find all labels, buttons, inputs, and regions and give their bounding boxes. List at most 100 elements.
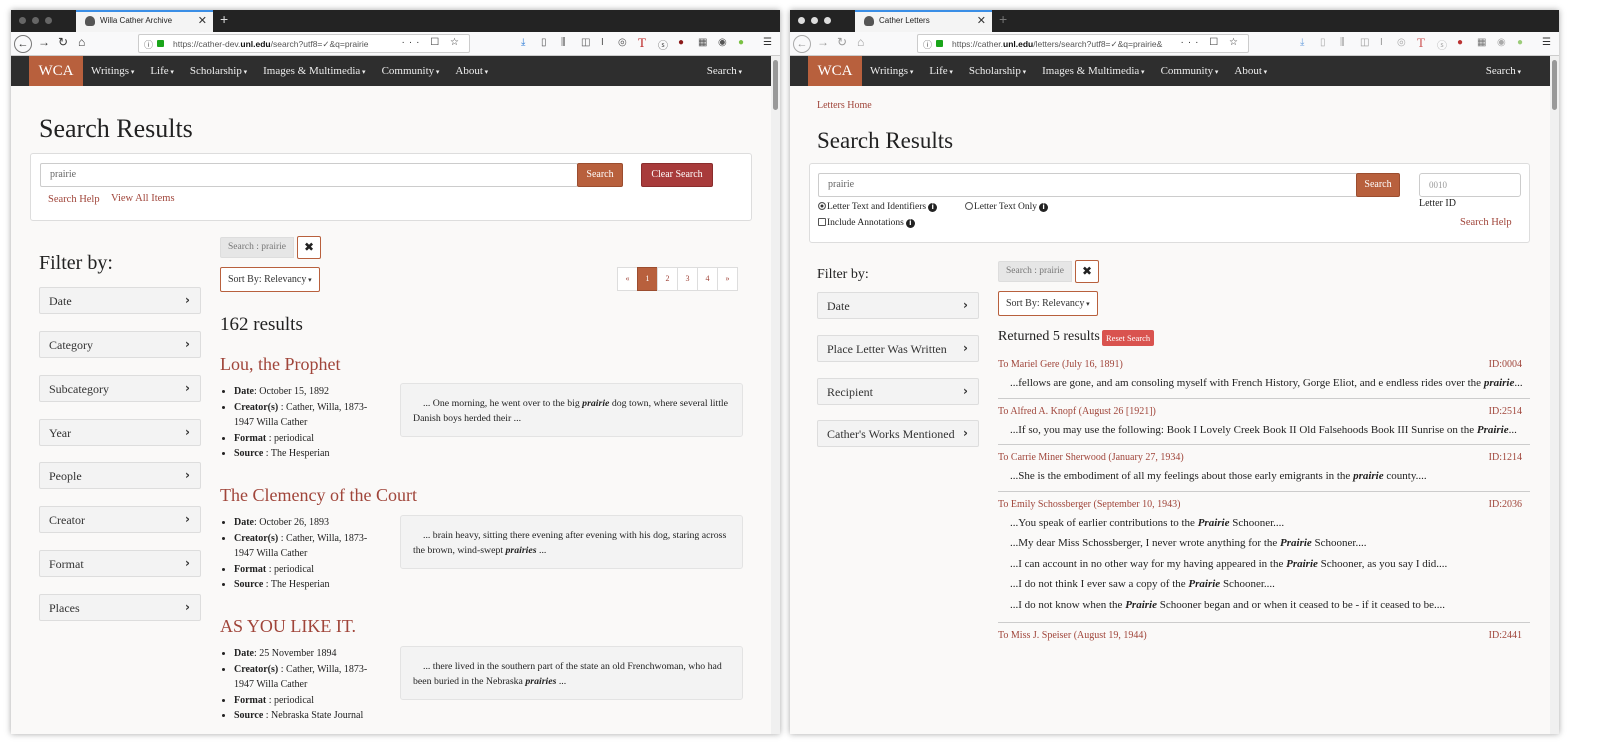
filter-year[interactable]: Year › [39, 419, 201, 446]
filter-category[interactable]: Category › [39, 331, 201, 358]
reader-icon[interactable]: ▯ [1320, 37, 1326, 48]
info-icon[interactable]: ⓘ [144, 38, 153, 51]
menu-life[interactable]: Life [929, 65, 953, 77]
filter-format[interactable]: Format › [39, 550, 201, 577]
sidebar-icon[interactable]: ◫ [1360, 37, 1369, 48]
extension-green-icon[interactable]: ● [738, 37, 744, 48]
menu-images-multimedia[interactable]: Images & Multimedia [1042, 65, 1144, 77]
back-icon[interactable]: ← [14, 35, 32, 53]
extension-user-icon[interactable]: ◉ [718, 37, 727, 48]
nav-search-dropdown[interactable]: Search [707, 65, 742, 77]
ublock-icon[interactable]: ● [678, 37, 684, 48]
filter-creator[interactable]: Creator › [39, 506, 201, 533]
page-prev[interactable]: « [617, 267, 638, 291]
close-tab-icon[interactable]: ✕ [198, 14, 207, 27]
forward-icon[interactable]: → [38, 35, 50, 49]
info-icon[interactable]: ⓘ [923, 38, 932, 51]
search-input[interactable]: prairie [818, 173, 1358, 197]
search-button[interactable]: Search [577, 163, 623, 187]
letter-title-link[interactable]: To Emily Schossberger (September 10, 194… [998, 499, 1180, 510]
back-icon[interactable]: ← [793, 35, 811, 53]
filter-subcategory[interactable]: Subcategory › [39, 375, 201, 402]
menu-life[interactable]: Life [150, 65, 174, 77]
scrollbar[interactable] [1550, 56, 1559, 734]
result-title-link[interactable]: Lou, the Prophet [220, 354, 340, 375]
radio-selected[interactable] [818, 202, 826, 210]
browser-tab[interactable]: Willa Cather Archive ✕ [76, 10, 213, 32]
result-title-link[interactable]: AS YOU LIKE IT. [220, 616, 356, 637]
option-text-and-identifiers[interactable]: Letter Text and Identifiers i [818, 202, 938, 212]
radio-unselected[interactable] [965, 202, 973, 210]
scrollbar-thumb[interactable] [1552, 60, 1557, 110]
cursor-icon[interactable]: I [601, 37, 604, 48]
menu-community[interactable]: Community [382, 65, 440, 77]
address-bar[interactable]: ⓘ https://cather-dev.unl.edu/search?utf8… [138, 34, 470, 53]
menu-community[interactable]: Community [1161, 65, 1219, 77]
forward-icon[interactable]: → [817, 35, 829, 49]
search-help-link[interactable]: Search Help [1460, 217, 1512, 228]
sort-dropdown[interactable]: Sort By: Relevancy [220, 267, 320, 292]
view-all-items-link[interactable]: View All Items [111, 193, 175, 204]
scrollbar[interactable] [771, 56, 780, 734]
clear-search-button[interactable]: Clear Search [641, 163, 713, 187]
page-4[interactable]: 4 [697, 267, 718, 291]
letter-title-link[interactable]: To Miss J. Speiser (August 19, 1944) [998, 630, 1147, 641]
option-include-annotations[interactable]: Include Annotations i [818, 218, 915, 228]
search-input[interactable]: prairie [40, 163, 578, 187]
ublock-icon[interactable]: ● [1457, 37, 1463, 48]
search-help-link[interactable]: Search Help [48, 194, 100, 205]
scrollbar-thumb[interactable] [773, 60, 778, 110]
close-tab-icon[interactable]: ✕ [977, 14, 986, 27]
site-logo[interactable]: WCA [808, 56, 862, 86]
extension-gear-icon[interactable]: ◎ [1397, 37, 1406, 48]
download-icon[interactable]: ⤓ [521, 37, 525, 48]
letter-title-link[interactable]: To Mariel Gere (July 16, 1891) [998, 359, 1123, 370]
home-icon[interactable]: ⌂ [857, 35, 864, 49]
cursor-icon[interactable]: I [1380, 37, 1383, 48]
remove-filter-button[interactable]: ✖ [1075, 260, 1099, 283]
extension-user-icon[interactable]: ◉ [1497, 37, 1506, 48]
page-actions-icon[interactable]: ··· ☐ ☆ [1181, 37, 1242, 48]
page-next[interactable]: » [717, 267, 738, 291]
reload-icon[interactable]: ↻ [58, 35, 68, 49]
extension-calendar-icon[interactable]: ▦ [1477, 37, 1486, 48]
hamburger-menu-icon[interactable]: ☰ [763, 37, 772, 48]
extension-t-icon[interactable]: T [638, 35, 646, 51]
hamburger-menu-icon[interactable]: ☰ [1542, 37, 1551, 48]
library-icon[interactable]: ⫼ [1340, 37, 1345, 48]
menu-scholarship[interactable]: Scholarship [190, 65, 247, 77]
search-button[interactable]: Search [1356, 173, 1400, 197]
option-text-only[interactable]: Letter Text Only i [965, 202, 1049, 212]
nav-search-dropdown[interactable]: Search [1486, 65, 1521, 77]
window-controls[interactable] [798, 17, 831, 24]
breadcrumb-letters-home[interactable]: Letters Home [817, 100, 872, 111]
reload-icon[interactable]: ↻ [837, 35, 847, 49]
sort-dropdown[interactable]: Sort By: Relevancy [998, 291, 1098, 316]
new-tab-icon[interactable]: + [999, 11, 1007, 27]
browser-tab[interactable]: Cather Letters ✕ [855, 10, 992, 32]
checkbox[interactable] [818, 218, 826, 226]
menu-about[interactable]: About [1234, 65, 1267, 77]
extension-s-icon[interactable]: ⓢ [658, 37, 668, 52]
filter-people[interactable]: People › [39, 462, 201, 489]
page-actions-icon[interactable]: ··· ☐ ☆ [402, 37, 463, 48]
filter-date[interactable]: Date › [39, 287, 201, 314]
page-1[interactable]: 1 [637, 267, 658, 291]
menu-about[interactable]: About [455, 65, 488, 77]
address-bar[interactable]: ⓘ https://cather.unl.edu/letters/search?… [917, 34, 1249, 53]
page-3[interactable]: 3 [677, 267, 698, 291]
extension-s-icon[interactable]: ⓢ [1437, 37, 1447, 52]
letter-id-input[interactable]: 0010 [1419, 173, 1521, 197]
extension-t-icon[interactable]: T [1417, 35, 1425, 51]
page-2[interactable]: 2 [657, 267, 678, 291]
menu-scholarship[interactable]: Scholarship [969, 65, 1026, 77]
info-icon[interactable]: i [905, 219, 915, 228]
extension-calendar-icon[interactable]: ▦ [698, 37, 707, 48]
result-title-link[interactable]: The Clemency of the Court [220, 485, 417, 506]
extension-green-icon[interactable]: ● [1517, 37, 1523, 48]
menu-images-multimedia[interactable]: Images & Multimedia [263, 65, 365, 77]
info-icon[interactable]: i [928, 203, 938, 212]
window-controls[interactable] [19, 17, 52, 24]
letter-title-link[interactable]: To Alfred A. Knopf (August 26 [1921]) [998, 406, 1156, 417]
new-tab-icon[interactable]: + [220, 11, 228, 27]
